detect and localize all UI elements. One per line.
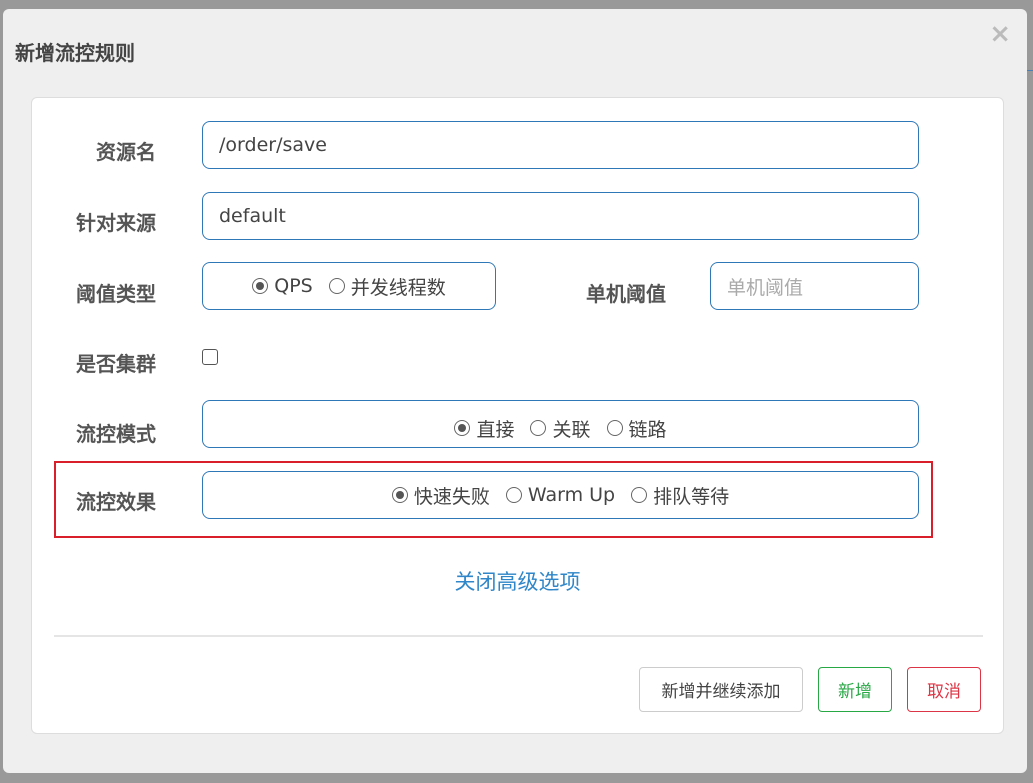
- radio-unchecked-icon: [505, 487, 522, 503]
- threshold-label: 单机阈值: [586, 282, 666, 306]
- mode-group: 直接 关联 链路: [202, 400, 919, 448]
- cancel-button[interactable]: 取消: [907, 667, 981, 712]
- effect-group: 快速失败 Warm Up 排队等待: [202, 471, 919, 519]
- radio-checked-icon: [391, 487, 408, 503]
- divider: [54, 635, 983, 637]
- cluster-label: 是否集群: [76, 352, 156, 376]
- radio-warm-up[interactable]: Warm Up: [505, 484, 616, 506]
- radio-relate[interactable]: 关联: [530, 415, 591, 442]
- add-flow-rule-dialog: 新增流控规则 × 资源名 /order/save 针对来源 default 阈值…: [3, 9, 1027, 773]
- origin-input[interactable]: default: [202, 192, 919, 240]
- radio-unchecked-icon: [530, 420, 547, 436]
- radio-checked-icon: [252, 278, 269, 294]
- resource-input[interactable]: /order/save: [202, 121, 919, 169]
- threshold-input[interactable]: 单机阈值: [710, 262, 919, 310]
- radio-label: 链路: [628, 418, 667, 441]
- add-button[interactable]: 新增: [818, 667, 892, 712]
- dialog-title: 新增流控规则: [15, 41, 135, 65]
- radio-direct[interactable]: 直接: [454, 415, 514, 442]
- add-and-continue-button[interactable]: 新增并继续添加: [639, 667, 803, 712]
- radio-label: Warm Up: [527, 484, 616, 506]
- close-icon[interactable]: ×: [989, 19, 1011, 49]
- threshold-type-label: 阈值类型: [76, 282, 156, 306]
- radio-threads[interactable]: 并发线程数: [328, 273, 446, 300]
- radio-qps[interactable]: QPS: [252, 275, 313, 297]
- radio-chain[interactable]: 链路: [606, 415, 667, 442]
- threshold-type-group: QPS 并发线程数: [202, 262, 496, 310]
- radio-label: 直接: [476, 418, 515, 441]
- radio-label: 排队等待: [653, 485, 730, 508]
- background-line: [1027, 70, 1033, 71]
- toggle-advanced-link[interactable]: 关闭高级选项: [32, 566, 1003, 596]
- radio-label: QPS: [274, 275, 313, 297]
- cluster-checkbox[interactable]: [202, 349, 218, 365]
- radio-unchecked-icon: [328, 278, 345, 294]
- radio-queue[interactable]: 排队等待: [631, 482, 729, 509]
- radio-checked-icon: [454, 420, 471, 436]
- radio-fast-fail[interactable]: 快速失败: [391, 482, 490, 509]
- mode-label: 流控模式: [76, 422, 156, 446]
- radio-label: 并发线程数: [350, 276, 446, 299]
- threshold-placeholder: 单机阈值: [727, 276, 804, 299]
- radio-unchecked-icon: [606, 420, 623, 436]
- radio-unchecked-icon: [631, 487, 648, 503]
- radio-label: 关联: [552, 418, 591, 441]
- radio-label: 快速失败: [413, 485, 490, 508]
- resource-label: 资源名: [96, 140, 156, 164]
- form-panel: 资源名 /order/save 针对来源 default 阈值类型 QPS 并发…: [31, 97, 1004, 734]
- effect-label: 流控效果: [76, 490, 156, 514]
- origin-label: 针对来源: [76, 211, 156, 235]
